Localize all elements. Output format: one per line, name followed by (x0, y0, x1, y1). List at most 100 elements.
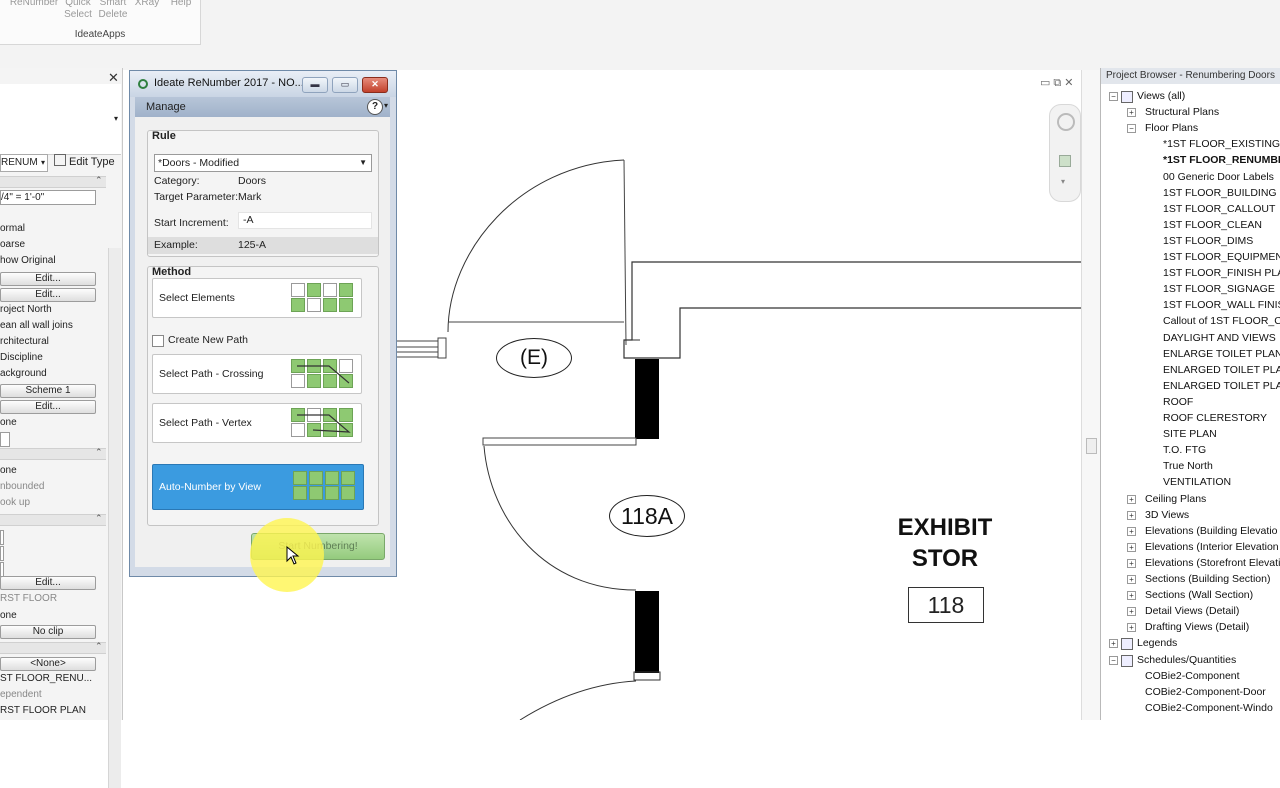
start-increment-input[interactable]: -A (238, 212, 372, 229)
collapse-icon[interactable]: − (1109, 656, 1118, 665)
browser-item[interactable]: Ceiling Plans (1145, 491, 1206, 507)
manage-menu[interactable]: Manage (146, 101, 186, 113)
browser-item[interactable]: Elevations (Interior Elevation (1145, 539, 1279, 555)
expand-icon[interactable]: + (1109, 639, 1118, 648)
maximize-button[interactable]: ▭ (332, 77, 358, 93)
browser-item[interactable]: *1ST FLOOR_EXISTING_R (1163, 136, 1280, 152)
rule-dropdown[interactable]: *Doors - Modified ▼ (154, 154, 372, 172)
scroll-thumb[interactable] (1086, 438, 1097, 454)
browser-item[interactable]: Floor Plans (1145, 120, 1198, 136)
view-scale-field[interactable]: /4" = 1'-0" (0, 190, 96, 205)
browser-item[interactable]: Elevations (Building Elevatio (1145, 523, 1278, 539)
browser-item[interactable]: 1ST FLOOR_FINISH PLAN (1163, 265, 1280, 281)
browser-item[interactable]: True North (1163, 458, 1213, 474)
browser-item[interactable]: Views (all) (1137, 88, 1185, 104)
instance-type-selector[interactable]: RENUM ▾ (0, 154, 48, 172)
browser-item[interactable]: 1ST FLOOR_DIMS (1163, 233, 1253, 249)
steering-wheel-icon[interactable] (1057, 113, 1075, 131)
chevron-down-icon[interactable]: ▾ (114, 114, 118, 123)
navigation-bar[interactable]: ▾ (1049, 104, 1081, 202)
browser-item[interactable]: ROOF CLERESTORY (1163, 410, 1267, 426)
room-number-tag[interactable]: 118 (908, 587, 984, 623)
close-icon[interactable]: ✕ (1064, 77, 1076, 89)
browser-item[interactable]: ENLARGED TOILET PLAN (1163, 362, 1280, 378)
browser-item[interactable]: 1ST FLOOR_EQUIPMENT (1163, 249, 1280, 265)
browser-item[interactable]: Callout of 1ST FLOOR_CA (1163, 313, 1280, 329)
view-template-button[interactable]: <None> (0, 657, 96, 671)
help-ribbon-button[interactable]: Help (166, 0, 196, 9)
door-tag-existing[interactable]: (E) (496, 338, 572, 378)
browser-item[interactable]: VENTILATION (1163, 474, 1231, 490)
collapse-icon[interactable]: − (1109, 92, 1118, 101)
close-button[interactable]: ✕ (362, 77, 388, 93)
minimize-icon[interactable]: ▭ (1040, 77, 1053, 89)
door-tag-118a[interactable]: 118A (609, 495, 685, 537)
browser-item[interactable]: 1ST FLOOR_CLEAN (1163, 217, 1262, 233)
visibility-graphics-edit-button[interactable]: Edit... (0, 272, 96, 286)
browser-item[interactable]: COBie2-Component-Door (1145, 684, 1266, 700)
smart-delete-ribbon-button[interactable]: Smart Delete (96, 0, 130, 21)
view-range-edit-button[interactable]: Edit... (0, 576, 96, 590)
browser-item[interactable]: SITE PLAN (1163, 426, 1217, 442)
browser-item[interactable]: 1ST FLOOR_CALLOUT (1163, 201, 1275, 217)
expand-icon[interactable]: + (1127, 108, 1136, 117)
view-window-controls[interactable]: ▭⧉✕ (1040, 76, 1076, 90)
browser-item[interactable]: Legends (1137, 635, 1177, 651)
depth-clipping-button[interactable]: No clip (0, 625, 96, 639)
browser-item[interactable]: Elevations (Storefront Elevati (1145, 555, 1280, 571)
browser-item[interactable]: COBie2-Component (1145, 668, 1240, 684)
browser-item[interactable]: Structural Plans (1145, 104, 1219, 120)
expand-icon[interactable]: + (1127, 607, 1136, 616)
minimize-button[interactable]: ▬ (302, 77, 328, 93)
color-scheme-button[interactable]: Scheme 1 (0, 384, 96, 398)
browser-item[interactable]: Sections (Wall Section) (1145, 587, 1253, 603)
annotation-crop-checkbox[interactable] (0, 562, 4, 577)
restore-icon[interactable]: ⧉ (1053, 77, 1064, 89)
expand-icon[interactable]: + (1127, 527, 1136, 536)
crop-region-visible-checkbox[interactable] (0, 546, 4, 561)
browser-item[interactable]: Drafting Views (Detail) (1145, 619, 1249, 635)
properties-scrollbar[interactable] (108, 248, 121, 788)
quick-select-ribbon-button[interactable]: Quick Select (62, 0, 94, 21)
browser-item[interactable]: Schedules/Quantities (1137, 652, 1236, 668)
create-new-path-checkbox[interactable] (152, 335, 164, 347)
browser-item[interactable]: ENLARGED TOILET PLAN (1163, 378, 1280, 394)
system-color-schemes-edit-button[interactable]: Edit... (0, 400, 96, 414)
expand-icon[interactable]: + (1127, 543, 1136, 552)
help-icon[interactable]: ? (367, 99, 383, 115)
browser-item[interactable]: DAYLIGHT AND VIEWS (1163, 330, 1276, 346)
property-group-header[interactable]: ⌃ (0, 641, 106, 654)
expand-icon[interactable]: + (1127, 591, 1136, 600)
chevron-down-icon[interactable]: ▾ (1061, 177, 1065, 186)
dialog-titlebar[interactable]: Ideate ReNumber 2017 - NO... ▬ ▭ ✕ (130, 71, 396, 97)
browser-item[interactable]: ROOF (1163, 394, 1193, 410)
browser-item[interactable]: 1ST FLOOR_WALL FINIS (1163, 297, 1280, 313)
auto-number-by-view-button[interactable]: Auto-Number by View (152, 464, 364, 510)
expand-icon[interactable]: + (1127, 575, 1136, 584)
browser-item[interactable]: 1ST FLOOR_BUILDING C (1163, 185, 1280, 201)
expand-icon[interactable]: + (1127, 495, 1136, 504)
browser-item[interactable]: T.O. FTG (1163, 442, 1206, 458)
browser-item[interactable]: 1ST FLOOR_SIGNAGE (1163, 281, 1275, 297)
crop-view-checkbox[interactable] (0, 530, 4, 545)
browser-item[interactable]: Sections (Building Section) (1145, 571, 1270, 587)
expand-icon[interactable]: + (1127, 559, 1136, 568)
browser-item[interactable]: 3D Views (1145, 507, 1189, 523)
xray-ribbon-button[interactable]: XRay (132, 0, 162, 9)
browser-item[interactable]: *1ST FLOOR_RENUMBI (1163, 152, 1280, 168)
browser-item[interactable]: Detail Views (Detail) (1145, 603, 1239, 619)
browser-item[interactable]: ENLARGE TOILET PLAN ( (1163, 346, 1280, 362)
property-group-header[interactable]: ⌃ (0, 447, 106, 460)
room-name-label[interactable]: EXHIBIT STOR (882, 512, 1008, 574)
edit-type-button[interactable]: Edit Type (54, 154, 120, 170)
renumber-ribbon-button[interactable]: ReNumber (6, 0, 62, 9)
browser-item[interactable]: 00 Generic Door Labels (1163, 169, 1274, 185)
property-group-header[interactable]: ⌃ (0, 513, 106, 526)
chevron-down-icon[interactable]: ▾ (384, 101, 388, 110)
collapse-icon[interactable]: − (1127, 124, 1136, 133)
expand-icon[interactable]: + (1127, 623, 1136, 632)
expand-icon[interactable]: + (1127, 511, 1136, 520)
property-group-header[interactable]: ⌃ (0, 175, 106, 188)
sun-path-checkbox[interactable] (0, 432, 10, 447)
graphic-display-edit-button[interactable]: Edit... (0, 288, 96, 302)
